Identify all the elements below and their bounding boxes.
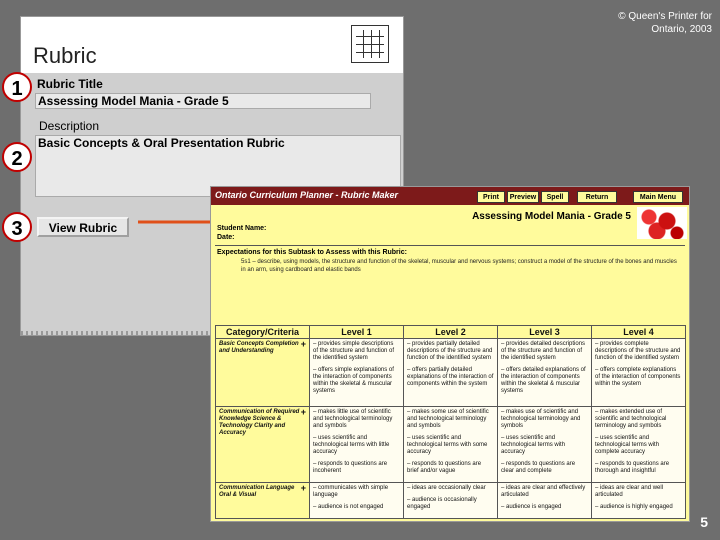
- rubric-maker-subtitle: Assessing Model Mania - Grade 5: [472, 211, 631, 222]
- table-cell: – ideas are occasionally clear – audience…: [403, 482, 498, 519]
- rubric-table: Category/Criteria Level 1 Level 2 Level …: [215, 325, 686, 519]
- descriptor: – ideas are occasionally clear: [407, 485, 486, 491]
- column-header: Level 4: [591, 325, 686, 339]
- table-cell: – provides detailed descriptions of the …: [497, 338, 592, 407]
- table-cell: – provides simple descriptions of the st…: [309, 338, 404, 407]
- add-icon[interactable]: +: [301, 340, 306, 349]
- copyright-notice: © Queen's Printer for Ontario, 2003: [572, 10, 712, 36]
- table-cell: – ideas are clear and well articulated – …: [591, 482, 686, 519]
- column-header: Level 3: [497, 325, 592, 339]
- student-name-label: Student Name:: [217, 225, 267, 232]
- descriptor: – communicates with simple language: [313, 485, 389, 498]
- descriptor: – uses scientific and technological term…: [501, 435, 566, 455]
- step-badge-3: 3: [2, 212, 32, 242]
- preview-button[interactable]: Preview: [507, 191, 539, 203]
- berries-image: [637, 207, 687, 239]
- table-cell: – ideas are clear and effectively articu…: [497, 482, 592, 519]
- descriptor: – audience is highly engaged: [595, 504, 673, 510]
- descriptor: – offers complete explanations of the in…: [595, 367, 681, 387]
- divider: [215, 245, 685, 246]
- descriptor: – audience is engaged: [501, 504, 562, 510]
- descriptor: – audience is occasionally engaged: [407, 497, 477, 510]
- descriptor: – provides simple descriptions of the st…: [313, 341, 395, 361]
- table-row: Communication of Required Knowledge Scie…: [215, 406, 686, 483]
- rubric-panel-header: Rubric: [21, 17, 403, 73]
- category-label: Basic Concepts Completion and Understand…: [219, 341, 299, 354]
- descriptor: – provides partially detailed descriptio…: [407, 341, 493, 361]
- descriptor: – uses scientific and technological term…: [407, 435, 488, 455]
- grid-icon[interactable]: [351, 25, 389, 63]
- descriptor: – offers detailed explanations of the in…: [501, 367, 586, 394]
- table-cell: – provides partially detailed descriptio…: [403, 338, 498, 407]
- descriptor: – audience is not engaged: [313, 504, 384, 510]
- table-cell: – communicates with simple language – aud…: [309, 482, 404, 519]
- column-header: Category/Criteria: [215, 325, 310, 339]
- descriptor: – provides detailed descriptions of the …: [501, 341, 586, 361]
- descriptor: – responds to questions are incoherent: [313, 461, 388, 474]
- table-cell: – makes some use of scientific and techn…: [403, 406, 498, 483]
- table-row: Basic Concepts Completion and Understand…: [215, 338, 686, 407]
- rubric-maker-window: Ontario Curriculum Planner - Rubric Make…: [210, 186, 690, 522]
- category-label: Communication of Required Knowledge Scie…: [219, 409, 300, 436]
- table-cell: – makes little use of scientific and tec…: [309, 406, 404, 483]
- copyright-line-2: Ontario, 2003: [651, 24, 712, 35]
- column-header: Level 2: [403, 325, 498, 339]
- spell-button[interactable]: Spell: [541, 191, 569, 203]
- descriptor: – provides complete descriptions of the …: [595, 341, 681, 361]
- print-button[interactable]: Print: [477, 191, 505, 203]
- rubric-maker-title: Ontario Curriculum Planner - Rubric Make…: [215, 190, 399, 200]
- descriptor: – ideas are clear and effectively articu…: [501, 485, 586, 498]
- descriptor: – makes use of scientific and technologi…: [501, 409, 581, 429]
- column-header: Level 1: [309, 325, 404, 339]
- table-cell: – makes extended use of scientific and t…: [591, 406, 686, 483]
- descriptor: – uses scientific and technological term…: [313, 435, 390, 455]
- descriptor: – offers partially detailed explanations…: [407, 367, 494, 387]
- descriptor: – responds to questions are thorough and…: [595, 461, 670, 474]
- descriptor: – makes little use of scientific and tec…: [313, 409, 393, 429]
- rubric-title-label: Rubric Title: [37, 77, 103, 91]
- category-label: Communication Language Oral & Visual: [219, 485, 295, 498]
- table-cell: – provides complete descriptions of the …: [591, 338, 686, 407]
- category-cell: Communication Language Oral & Visual +: [215, 482, 310, 519]
- descriptor: – ideas are clear and well articulated: [595, 485, 664, 498]
- rubric-panel-title: Rubric: [33, 43, 97, 68]
- expectations-heading: Expectations for this Subtask to Assess …: [217, 249, 407, 256]
- descriptor: – uses scientific and technological term…: [595, 435, 660, 455]
- table-cell: – makes use of scientific and technologi…: [497, 406, 592, 483]
- expectations-text: 5s1 – describe, using models, the struct…: [241, 259, 677, 273]
- step-badge-2: 2: [2, 142, 32, 172]
- view-rubric-button[interactable]: View Rubric: [37, 217, 129, 237]
- category-cell: Basic Concepts Completion and Understand…: [215, 338, 310, 407]
- category-cell: Communication of Required Knowledge Scie…: [215, 406, 310, 483]
- descriptor: – makes some use of scientific and techn…: [407, 409, 489, 429]
- add-icon[interactable]: +: [301, 484, 306, 493]
- descriptor: – responds to questions are clear and co…: [501, 461, 576, 474]
- descriptor: – offers simple explanations of the inte…: [313, 367, 394, 394]
- slide-number: 5: [700, 514, 708, 530]
- table-row: Communication Language Oral & Visual + – …: [215, 482, 686, 519]
- step-badge-1: 1: [2, 72, 32, 102]
- add-icon[interactable]: +: [301, 408, 306, 417]
- copyright-line-1: © Queen's Printer for: [618, 11, 712, 22]
- date-label: Date:: [217, 234, 235, 241]
- rubric-maker-toolbar: Ontario Curriculum Planner - Rubric Make…: [211, 187, 689, 205]
- rubric-title-field[interactable]: Assessing Model Mania - Grade 5: [35, 93, 371, 109]
- descriptor: – makes extended use of scientific and t…: [595, 409, 667, 429]
- description-label: Description: [39, 119, 100, 133]
- rubric-header-row: Category/Criteria Level 1 Level 2 Level …: [215, 325, 686, 339]
- return-button[interactable]: Return: [577, 191, 617, 203]
- main-menu-button[interactable]: Main Menu: [633, 191, 683, 203]
- descriptor: – responds to questions are brief and/or…: [407, 461, 482, 474]
